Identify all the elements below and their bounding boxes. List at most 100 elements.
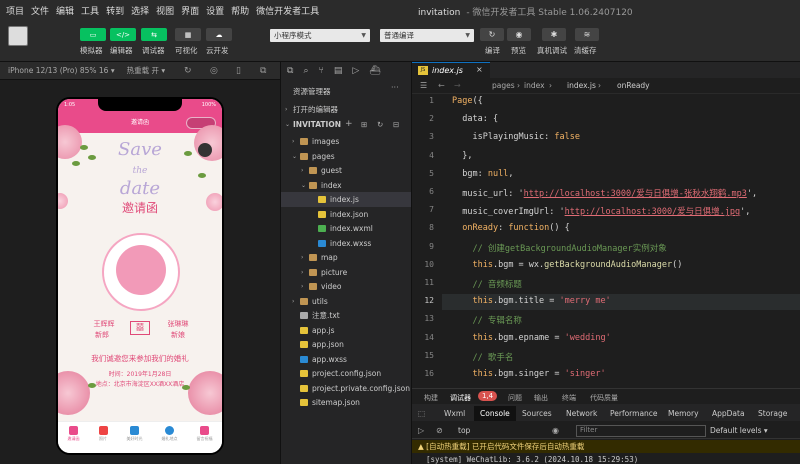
debugger-button[interactable]: ⇆ [141,28,167,41]
tree-item-index-json[interactable]: index.json [281,207,411,222]
tab-messages[interactable]: 留言祝福 [197,426,213,442]
tab-photos[interactable]: 照片 [98,426,108,442]
debug-icon[interactable]: ▷ [352,66,359,76]
popout-icon[interactable]: ⧉ [260,66,266,76]
tree-item--txt[interactable]: 注意.txt [281,308,411,323]
music-disc-icon[interactable] [198,143,212,157]
breadcrumb-item[interactable]: onReady [617,81,650,90]
breadcrumb-item[interactable]: pages [492,81,515,90]
tab-console[interactable]: Console [474,406,516,421]
tab-appdata[interactable]: AppData [712,409,745,418]
menu-icon[interactable]: ☰ [420,81,427,90]
preview-button[interactable]: ◉ [507,28,531,41]
tree-item-sitemap-json[interactable]: sitemap.json [281,395,411,410]
tree-item-app-json[interactable]: app.json [281,337,411,352]
extensions-icon[interactable]: ▤ [334,66,343,76]
rotate-icon[interactable]: ↻ [184,66,192,76]
simulator-button[interactable]: ▭ [80,28,106,41]
tree-item-guest[interactable]: › guest [281,163,411,178]
tab-sources[interactable]: Sources [522,409,552,418]
tree-item-index[interactable]: ⌄ index [281,178,411,193]
avatar[interactable] [8,26,28,46]
tree-item-images[interactable]: › images [281,134,411,149]
json-file-icon [318,210,326,218]
open-editors-header[interactable]: › 打开的编辑器 [281,102,411,117]
clear-console-icon[interactable]: ⊘ [436,426,443,435]
breadcrumb-item[interactable]: index.js [567,81,596,90]
back-icon[interactable]: ← [438,81,445,90]
tab-code-quality[interactable]: 代码质量 [590,393,618,403]
tab-build[interactable]: 构建 [424,393,438,403]
close-icon[interactable]: × [476,65,483,74]
tab-index-js[interactable]: JS index.js × [412,62,490,78]
editor-button[interactable]: </> [110,28,136,41]
tab-wxml[interactable]: Wxml [444,409,465,418]
refresh-icon[interactable]: ↻ [377,117,383,132]
breadcrumb-item[interactable]: index [524,81,545,90]
tree-item-index-wxss[interactable]: index.wxss [281,236,411,251]
tree-item-project-private-config-json[interactable]: project.private.config.json [281,381,411,396]
menu-item[interactable]: 项目 [6,4,24,17]
levels-select[interactable]: Default levels ▾ [710,426,768,435]
device-select[interactable]: iPhone 12/13 (Pro) 85% 16 ▾ [8,66,115,75]
eye-icon[interactable]: ◉ [552,426,559,435]
leaf-decoration [88,155,96,160]
phone-icon[interactable]: ▯ [236,66,241,76]
tab-invitation[interactable]: 邀请函 [68,426,80,442]
tree-item-picture[interactable]: › picture [281,265,411,280]
menu-item[interactable]: 文件 [31,4,49,17]
tree-item-index-wxml[interactable]: index.wxml [281,221,411,236]
forward-icon[interactable]: → [454,81,461,90]
menu-item[interactable]: 工具 [81,4,99,17]
tab-terminal[interactable]: 终端 [562,393,576,403]
inspect-icon[interactable]: ⬚ [418,409,425,418]
collapse-icon[interactable]: ⊟ [393,117,399,132]
new-file-icon[interactable]: + [345,117,353,132]
tree-item-video[interactable]: › video [281,279,411,294]
tree-item-utils[interactable]: › utils [281,294,411,309]
menu-item[interactable]: 编辑 [56,4,74,17]
tree-item-pages[interactable]: ⌄ pages [281,149,411,164]
tab-problems[interactable]: 问题 [508,393,522,403]
menu-item[interactable]: 界面 [181,4,199,17]
code-editor[interactable]: 1 Page({2 data: {3 isPlayingMusic: false 4… [412,94,800,388]
context-select[interactable]: top [458,426,470,435]
tab-network[interactable]: Network [566,409,597,418]
menu-item[interactable]: 转到 [106,4,124,17]
tab-moments[interactable]: 美好时光 [127,426,143,442]
source-control-icon[interactable]: ⑂ [318,66,323,76]
tree-item-map[interactable]: › map [281,250,411,265]
tab-output[interactable]: 输出 [534,393,548,403]
sidebar-toggle-icon[interactable]: ▷ [418,426,424,435]
project-header[interactable]: ⌄ INVITATION + ⊞ ↻ ⊟ [281,117,411,132]
tab-location[interactable]: 婚礼地点 [162,426,178,442]
visual-button[interactable]: ▦ [175,28,201,41]
menu-item[interactable]: 设置 [206,4,224,17]
cloud-button[interactable]: ☁ [206,28,232,41]
docker-icon[interactable]: ⛴ [369,66,380,76]
mode-select[interactable]: 小程序模式 ▼ [270,29,370,42]
filter-input[interactable]: Filter [576,425,706,437]
compile-button[interactable]: ↻ [480,28,504,41]
tab-performance[interactable]: Performance [610,409,658,418]
tab-storage[interactable]: Storage [758,409,787,418]
files-icon[interactable]: ⧉ [287,66,293,76]
tree-item-app-wxss[interactable]: app.wxss [281,352,411,367]
menu-item[interactable]: 帮助 [231,4,249,17]
menu-item[interactable]: 视图 [156,4,174,17]
compile-select[interactable]: 普通编译 ▼ [380,29,474,42]
tab-memory[interactable]: Memory [668,409,699,418]
tab-debugger[interactable]: 调试器 [450,393,471,403]
new-folder-icon[interactable]: ⊞ [361,117,367,132]
tree-item-index-js[interactable]: index.js [281,192,411,207]
search-icon[interactable]: ⌕ [303,66,308,76]
tree-item-project-config-json[interactable]: project.config.json [281,366,411,381]
real-debug-button[interactable]: ✱ [542,28,566,41]
menu-item[interactable]: 选择 [131,4,149,17]
record-icon[interactable]: ◎ [210,66,218,76]
tree-item-app-js[interactable]: app.js [281,323,411,338]
menu-item[interactable]: 微信开发者工具 [256,4,319,17]
hot-reload-select[interactable]: 热重载 开 ▾ [127,65,166,76]
clear-cache-button[interactable]: ≋ [575,28,599,41]
more-icon[interactable]: ··· [391,83,399,92]
